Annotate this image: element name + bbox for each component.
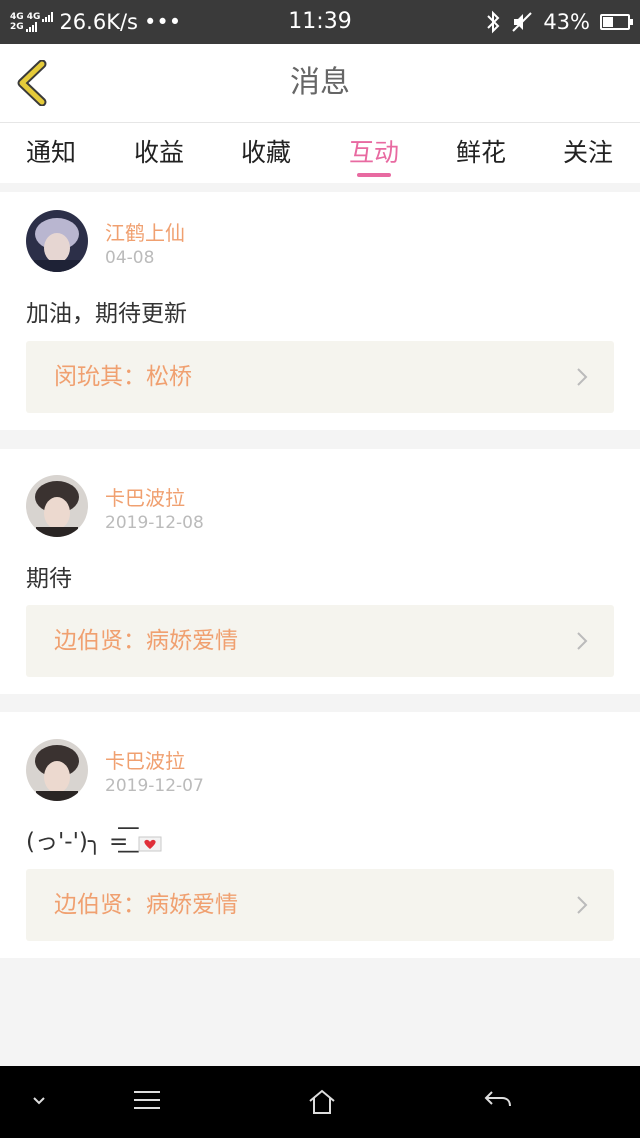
reference-link[interactable]: 边伯贤：病娇爱情 [26, 605, 614, 677]
tab-earnings[interactable]: 收益 [104, 133, 214, 169]
back-arrow-icon[interactable] [482, 1088, 514, 1112]
avatar[interactable] [26, 475, 88, 537]
user-name[interactable]: 卡巴波拉 [105, 482, 185, 511]
avatar[interactable] [26, 739, 88, 801]
chevron-right-icon [577, 632, 588, 650]
chevron-down-icon[interactable] [32, 1096, 46, 1106]
tab-interaction[interactable]: 互动 [319, 133, 429, 169]
active-tab-indicator [357, 173, 391, 177]
nav-bar: 消息 [0, 44, 640, 123]
message-card: 卡巴波拉 2019-12-07 (っ'-')╮ =͟͟͞͞ 边伯贤：病娇爱情 [0, 712, 640, 958]
bluetooth-icon [487, 10, 500, 34]
tab-following[interactable]: 关注 [533, 133, 640, 169]
love-letter-icon [138, 836, 162, 851]
status-bar: 4G 4G 2G 26.6K/s ••• 11:39 43% [0, 0, 640, 44]
reference-link[interactable]: 边伯贤：病娇爱情 [26, 869, 614, 941]
message-date: 04-08 [105, 248, 155, 268]
message-date: 2019-12-08 [105, 513, 204, 533]
message-text: 期待 [26, 566, 72, 592]
message-text: (っ'-')╮ =͟͟͞͞ [26, 822, 162, 856]
chevron-right-icon [577, 368, 588, 386]
page-title: 消息 [290, 65, 350, 100]
tab-notifications[interactable]: 通知 [0, 133, 106, 169]
reference-title: 边伯贤：病娇爱情 [54, 628, 238, 654]
message-text-content: (っ'-')╮ =͟͟͞͞ [26, 829, 129, 855]
system-nav-bar [0, 1066, 640, 1138]
battery-percent: 43% [543, 10, 590, 34]
user-name[interactable]: 江鹤上仙 [105, 217, 185, 246]
avatar[interactable] [26, 210, 88, 272]
message-card: 卡巴波拉 2019-12-08 期待 边伯贤：病娇爱情 [0, 449, 640, 694]
chevron-right-icon [577, 896, 588, 914]
menu-icon[interactable] [132, 1088, 162, 1112]
reference-title: 闵玧其：松桥 [54, 364, 192, 390]
message-date: 2019-12-07 [105, 776, 204, 796]
reference-link[interactable]: 闵玧其：松桥 [26, 341, 614, 413]
user-name[interactable]: 卡巴波拉 [105, 745, 185, 774]
message-text: 加油，期待更新 [26, 301, 187, 327]
tab-flowers[interactable]: 鲜花 [426, 133, 536, 169]
mute-icon [512, 12, 533, 32]
tab-bar: 通知 收益 收藏 互动 鲜花 关注 [0, 123, 640, 183]
reference-title: 边伯贤：病娇爱情 [54, 892, 238, 918]
tab-favorites[interactable]: 收藏 [211, 133, 321, 169]
battery-icon [600, 14, 633, 30]
home-icon[interactable] [306, 1088, 338, 1116]
message-card: 江鹤上仙 04-08 加油，期待更新 闵玧其：松桥 [0, 192, 640, 430]
status-right: 43% [485, 0, 633, 44]
